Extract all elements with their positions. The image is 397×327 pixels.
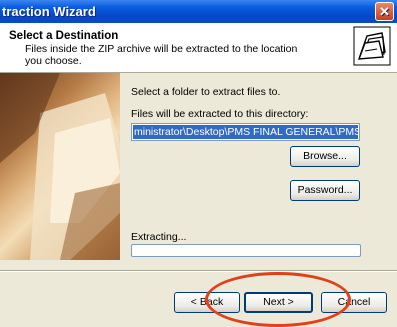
- wizard-content: Select a folder to extract files to. Fil…: [0, 73, 397, 263]
- close-icon: ✕: [379, 4, 390, 19]
- browse-button[interactable]: Browse...: [290, 146, 360, 167]
- directory-label: Files will be extracted to this director…: [131, 108, 309, 120]
- window-title: traction Wizard: [2, 4, 96, 19]
- extraction-progress-bar: [131, 244, 361, 257]
- page-title: Select a Destination: [9, 30, 119, 42]
- instruction-text: Select a folder to extract files to.: [131, 86, 281, 98]
- red-highlight-circle: [205, 272, 351, 327]
- close-button[interactable]: ✕: [375, 2, 394, 21]
- title-bar: traction Wizard ✕: [0, 0, 397, 23]
- extracting-label: Extracting...: [131, 231, 187, 243]
- footer-separator: [0, 270, 397, 272]
- page-description: Files inside the ZIP archive will be ext…: [25, 43, 298, 67]
- destination-path-value: ministrator\Desktop\PMS FINAL GENERAL\PM…: [133, 125, 358, 139]
- destination-path-input[interactable]: ministrator\Desktop\PMS FINAL GENERAL\PM…: [131, 123, 360, 141]
- password-button[interactable]: Password...: [290, 180, 360, 201]
- folders-wizard-icon: [353, 26, 391, 66]
- wizard-header: Select a Destination Files inside the ZI…: [0, 23, 397, 73]
